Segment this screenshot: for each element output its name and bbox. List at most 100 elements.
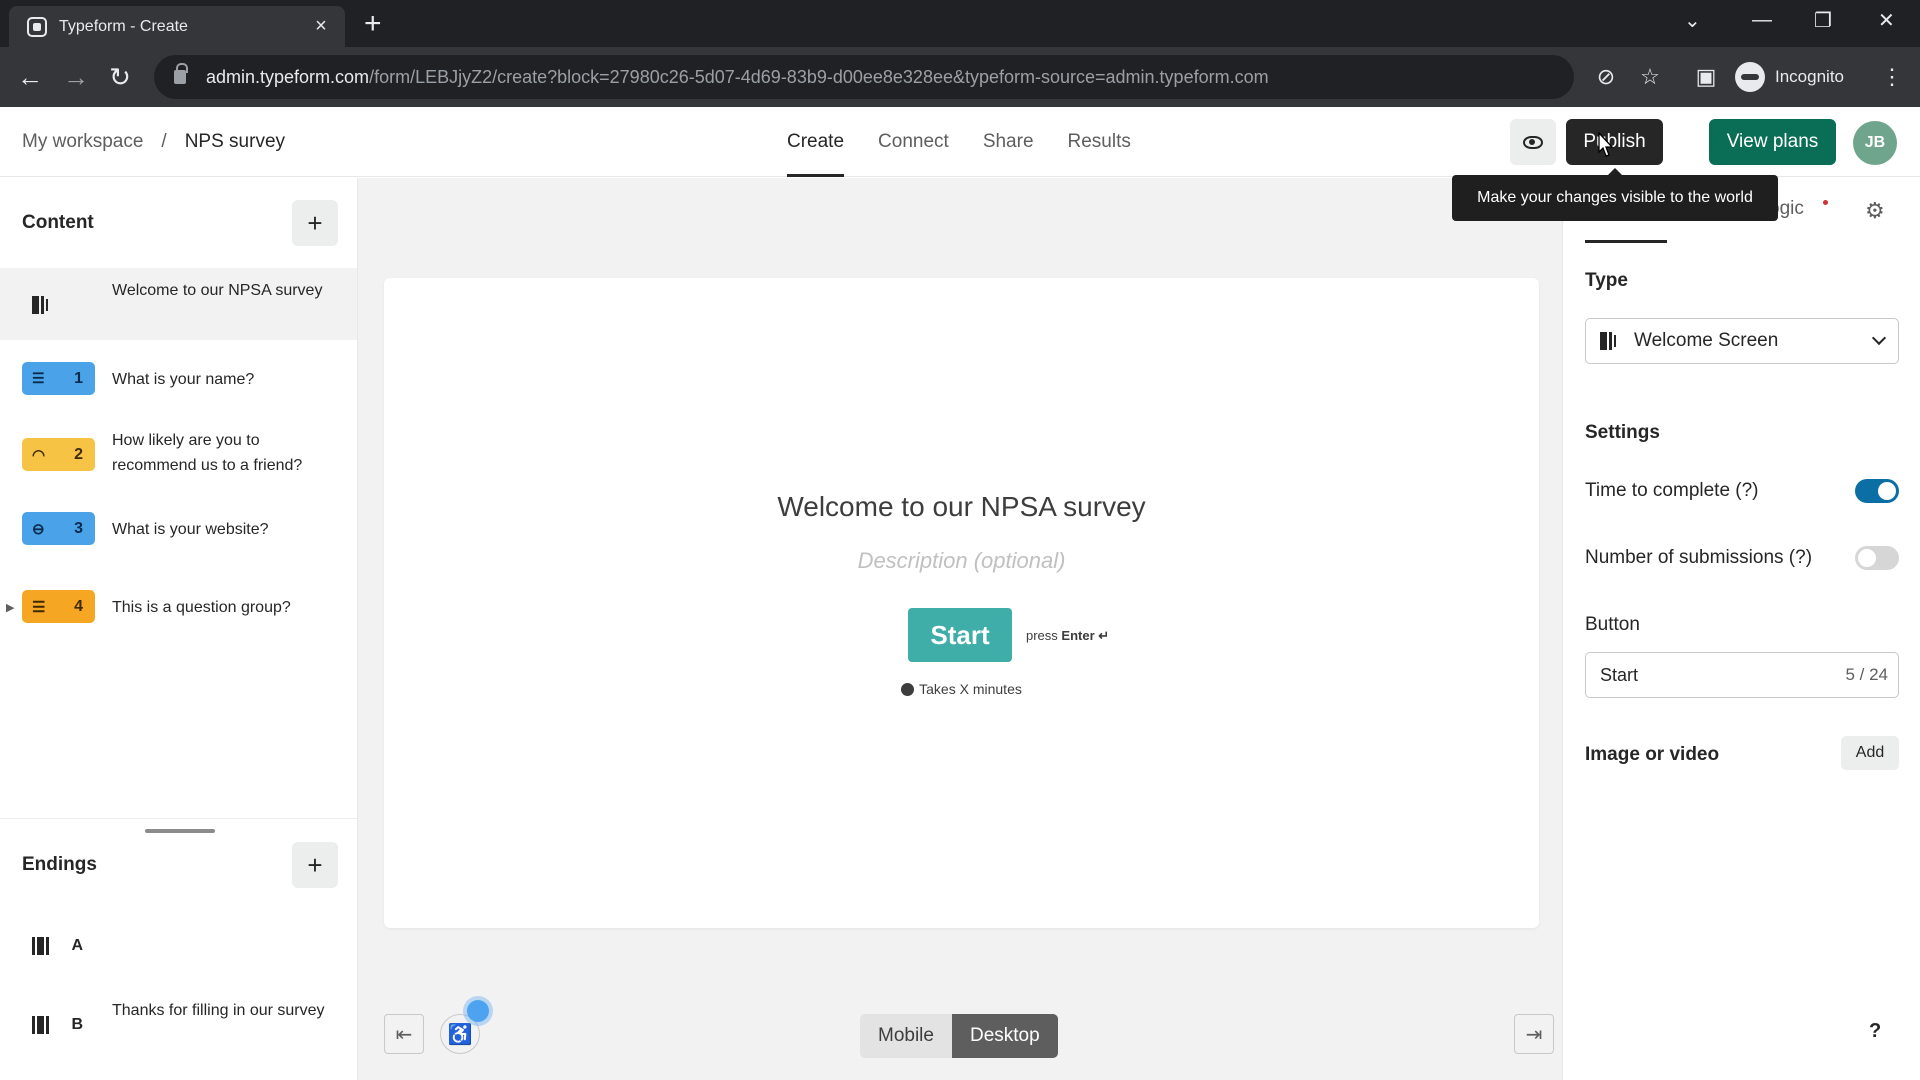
mouse-cursor-icon [1598,132,1614,157]
list-item-text: How likely are you to recommend us to a … [112,432,303,474]
type-select[interactable]: Welcome Screen [1585,318,1899,364]
time-to-complete-label: Time to complete (?) [1585,480,1759,501]
help-icon[interactable]: ? [1869,1020,1881,1043]
minimize-icon[interactable]: — [1752,0,1772,40]
window-close-icon[interactable]: ✕ [1878,0,1895,40]
avatar[interactable]: JB [1853,121,1897,165]
url-path: /form/LEBJjyZ2/create?block=27980c26-5d0… [369,66,1269,87]
preview-button[interactable] [1510,119,1556,165]
list-item-ending-a[interactable]: A [0,918,357,974]
welcome-screen-icon [22,288,95,321]
list-item-q2[interactable]: ◠ 2 How likely are you to recommend us to… [0,418,357,490]
incognito-icon [1735,62,1765,92]
button-text-input[interactable]: Start 5 / 24 [1585,652,1899,698]
list-item-text: This is a question group? [112,599,291,616]
preview-canvas: Welcome to our NPSA survey Description (… [358,178,1562,1080]
app-header: My workspace / NPS survey Create Connect… [0,107,1920,177]
settings-panel: ogic ⚙ Type Welcome Screen Settings Time… [1562,178,1920,1080]
browser-tab[interactable]: Typeform - Create × [9,6,345,47]
reload-icon[interactable]: ↻ [102,59,138,95]
mobile-view-button[interactable]: Mobile [860,1014,952,1058]
new-tab-icon[interactable]: + [364,6,382,42]
start-button[interactable]: Start [908,608,1012,662]
side-panel-icon[interactable]: ▣ [1690,61,1722,93]
publish-tooltip: Make your changes visible to the world [1452,168,1778,221]
ending-screen-icon: B [22,1008,95,1041]
description-field[interactable]: Description (optional) [384,548,1539,574]
add-media-button[interactable]: Add [1841,736,1899,770]
back-icon[interactable]: ← [12,59,48,95]
endings-section-title: Endings [22,854,97,875]
gauge-icon: ◠ 2 [22,438,95,471]
list-item-ending-b[interactable]: B Thanks for filling in our survey [0,988,357,1060]
welcome-screen-card[interactable]: Welcome to our NPSA survey Description (… [384,278,1539,928]
press-enter-hint: press Enter ↵ [1026,628,1110,643]
tab-share[interactable]: Share [983,107,1034,177]
collapse-sidebar-icon[interactable]: ⇤ [384,1014,424,1054]
ending-screen-icon: A [22,929,95,962]
typeform-favicon-icon [27,16,47,37]
bookmark-star-icon[interactable]: ☆ [1634,61,1666,93]
tab-results[interactable]: Results [1068,107,1131,177]
submissions-toggle[interactable] [1855,546,1899,570]
browser-toolbar: ← → ↻ admin.typeform.com/form/LEBJjyZ2/c… [0,47,1920,107]
view-plans-button[interactable]: View plans [1709,119,1836,165]
browser-menu-icon[interactable]: ⋮ [1876,61,1908,93]
button-text-value: Start [1600,664,1639,685]
address-bar[interactable]: admin.typeform.com/form/LEBJjyZ2/create?… [154,55,1574,99]
settings-label: Settings [1585,422,1660,443]
tab-connect[interactable]: Connect [878,107,949,177]
link-icon: ⊖ 3 [22,512,95,545]
forward-icon[interactable]: → [58,59,94,95]
lock-icon [174,63,188,84]
device-toggle: Mobile Desktop [860,1014,1058,1058]
time-estimate: Takes X minutes [384,681,1539,697]
clock-icon [901,683,915,696]
notification-dot [467,1000,489,1022]
incognito-indicator[interactable]: Incognito [1735,59,1844,95]
desktop-view-button[interactable]: Desktop [951,1014,1058,1058]
add-ending-button[interactable]: + [292,842,338,888]
browser-tabstrip: Typeform - Create × + ⌄ — ❐ ✕ [0,0,1920,47]
list-item-text: Welcome to our NPSA survey [112,282,323,299]
list-item-text: What is your website? [112,521,269,538]
sidebar-resize-handle[interactable] [145,829,215,833]
tab-question-underline [1585,240,1667,243]
button-label: Button [1585,614,1640,635]
url-host: admin.typeform.com [206,66,370,87]
tab-search-icon[interactable]: ⌄ [1684,0,1701,40]
eye-icon [1523,135,1543,149]
close-tab-icon[interactable]: × [311,15,331,38]
type-label: Type [1585,270,1628,291]
char-count: 5 / 24 [1845,665,1888,684]
list-item-q4[interactable]: ▶ ☰ 4 This is a question group? [0,579,357,635]
content-section-title: Content [22,212,94,233]
short-text-icon: ☰ 1 [22,362,95,395]
welcome-title[interactable]: Welcome to our NPSA survey [384,491,1539,523]
breadcrumb: My workspace / NPS survey [22,131,285,153]
question-group-icon: ☰ 4 [22,590,95,623]
list-item-welcome[interactable]: Welcome to our NPSA survey [0,268,357,340]
gear-icon[interactable]: ⚙ [1865,198,1885,224]
breadcrumb-workspace[interactable]: My workspace [22,131,143,153]
list-item-text: Thanks for filling in our survey [112,1002,325,1019]
list-item-q1[interactable]: ☰ 1 What is your name? [0,351,357,407]
add-content-button[interactable]: + [292,200,338,246]
incognito-label: Incognito [1775,67,1844,86]
tab-title: Typeform - Create [59,17,188,35]
restore-icon[interactable]: ❐ [1814,0,1832,40]
tab-create[interactable]: Create [787,107,845,177]
expand-caret-icon[interactable]: ▶ [6,601,14,614]
welcome-screen-icon [1600,332,1616,350]
content-sidebar: Content + Welcome to our NPSA survey ☰ 1 … [0,178,358,1080]
top-tabs: Create Connect Share Results [787,107,1131,177]
collapse-panel-icon[interactable]: ⇥ [1514,1014,1554,1054]
logic-alert-dot [1823,200,1828,205]
list-item-q3[interactable]: ⊖ 3 What is your website? [0,501,357,557]
breadcrumb-separator: / [161,131,167,152]
breadcrumb-form[interactable]: NPS survey [185,131,285,153]
eye-off-icon[interactable]: ⊘ [1590,61,1622,93]
chevron-down-icon [1871,330,1887,346]
media-label: Image or video [1585,744,1720,765]
time-to-complete-toggle[interactable] [1855,479,1899,503]
